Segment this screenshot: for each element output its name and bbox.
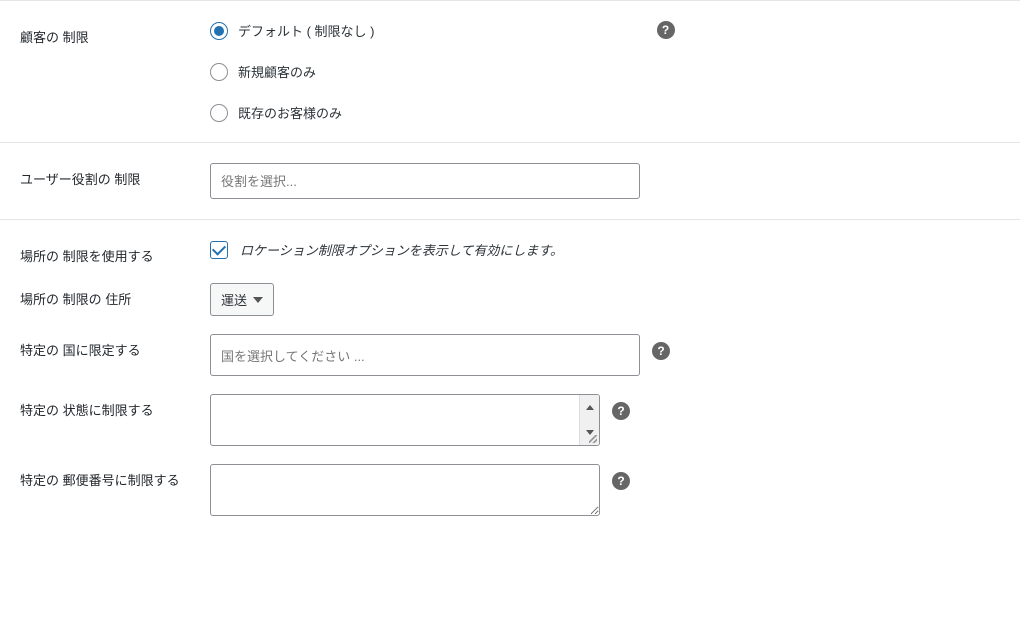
- row-user-role-restriction: ユーザー役割の 制限: [20, 163, 1000, 199]
- radio-option-new-only[interactable]: 新規顧客のみ: [210, 62, 375, 81]
- postcodes-textarea[interactable]: [210, 464, 600, 516]
- help-icon[interactable]: ?: [652, 342, 670, 360]
- help-icon[interactable]: ?: [612, 402, 630, 420]
- states-input[interactable]: [210, 394, 600, 446]
- country-multiselect-input[interactable]: 国を選択してください ...: [210, 334, 640, 376]
- row-restrict-postcodes: 特定の 郵便番号に制限する ?: [20, 464, 1000, 516]
- label-restrict-postcodes: 特定の 郵便番号に制限する: [20, 464, 210, 489]
- radio-icon: [210, 22, 228, 40]
- label-user-role-restriction: ユーザー役割の 制限: [20, 163, 210, 188]
- radio-option-existing-only[interactable]: 既存のお客様のみ: [210, 103, 375, 122]
- label-customer-restriction: 顧客の 制限: [20, 21, 210, 46]
- checkbox-use-location-restriction[interactable]: [210, 241, 228, 259]
- radio-label: 既存のお客様のみ: [238, 103, 342, 122]
- label-restrict-countries: 特定の 国に限定する: [20, 334, 210, 359]
- section-location-restrictions: 場所の 制限を使用する ロケーション制限オプションを表示して有効にします。 場所…: [0, 219, 1020, 536]
- number-stepper: [579, 395, 599, 445]
- multiselect-placeholder: 国を選択してください ...: [221, 346, 365, 365]
- step-down-button[interactable]: [580, 420, 599, 445]
- row-customer-restriction: 顧客の 制限 デフォルト ( 制限なし ) 新規顧客のみ 既存のお客様のみ ?: [20, 21, 1000, 122]
- radio-label: デフォルト ( 制限なし ): [238, 21, 375, 40]
- radio-icon: [210, 63, 228, 81]
- help-icon[interactable]: ?: [612, 472, 630, 490]
- label-location-address: 場所の 制限の 住所: [20, 283, 210, 308]
- radio-icon: [210, 104, 228, 122]
- section-user-role-restriction: ユーザー役割の 制限: [0, 142, 1020, 219]
- select-value: 運送: [221, 290, 247, 309]
- select-location-address[interactable]: 運送: [210, 283, 274, 316]
- row-location-address: 場所の 制限の 住所 運送: [20, 283, 1000, 316]
- chevron-down-icon: [253, 297, 263, 303]
- arrow-down-icon: [586, 430, 594, 435]
- section-customer-restriction: 顧客の 制限 デフォルト ( 制限なし ) 新規顧客のみ 既存のお客様のみ ?: [0, 0, 1020, 142]
- user-role-select-input[interactable]: [210, 163, 640, 199]
- radio-option-default[interactable]: デフォルト ( 制限なし ): [210, 21, 375, 40]
- arrow-up-icon: [586, 405, 594, 410]
- row-use-location-restriction: 場所の 制限を使用する ロケーション制限オプションを表示して有効にします。: [20, 240, 1000, 265]
- step-up-button[interactable]: [580, 395, 599, 420]
- radio-group-customer-restriction: デフォルト ( 制限なし ) 新規顧客のみ 既存のお客様のみ: [210, 21, 375, 122]
- label-use-location-restriction: 場所の 制限を使用する: [20, 240, 210, 265]
- help-icon[interactable]: ?: [657, 21, 675, 39]
- row-restrict-countries: 特定の 国に限定する 国を選択してください ... ?: [20, 334, 1000, 376]
- row-restrict-states: 特定の 状態に制限する ?: [20, 394, 1000, 446]
- radio-label: 新規顧客のみ: [238, 62, 316, 81]
- checkbox-label-use-location-restriction: ロケーション制限オプションを表示して有効にします。: [240, 240, 563, 259]
- label-restrict-states: 特定の 状態に制限する: [20, 394, 210, 419]
